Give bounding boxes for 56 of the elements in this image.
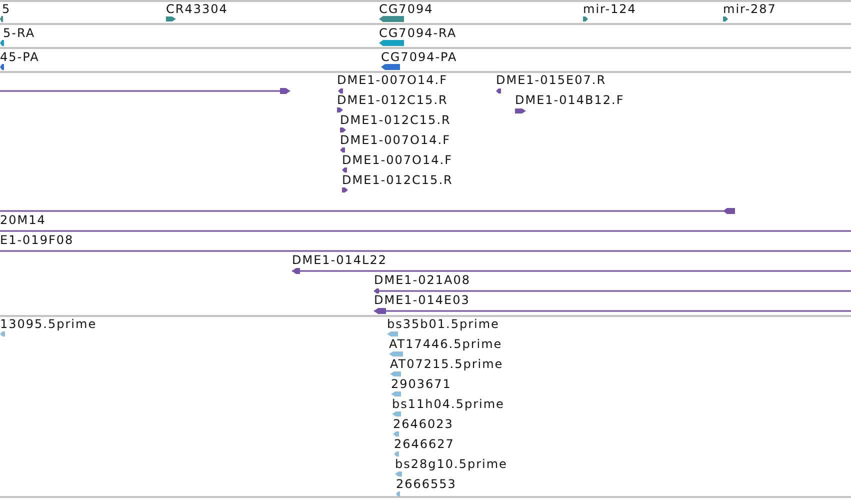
feature-label: DME1-007O14.F xyxy=(342,154,452,167)
feature-arrow[interactable] xyxy=(0,64,4,70)
feature-arrow[interactable] xyxy=(338,88,343,94)
feature-line[interactable] xyxy=(374,288,851,294)
feature-label: DME1-015E07.R xyxy=(496,74,606,87)
feature-label: 20M14 xyxy=(0,214,46,227)
feature-label: 5 xyxy=(2,3,11,16)
feature-label: DME1-007O14.F xyxy=(340,134,450,147)
feature-label: DME1-012C15.R xyxy=(340,114,451,127)
feature-arrow[interactable] xyxy=(496,88,501,94)
feature-label: 45-PA xyxy=(0,51,40,64)
feature-arrow[interactable] xyxy=(723,16,728,22)
feature-arrow[interactable] xyxy=(340,148,345,152)
feature-arrow[interactable] xyxy=(337,108,343,112)
feature-label: 2666553 xyxy=(396,478,456,491)
feature-arrow[interactable] xyxy=(583,16,588,22)
feature-label: 2646627 xyxy=(394,438,454,451)
feature-label: bs11h04.5prime xyxy=(392,398,504,411)
feature-label: DME1-012C15.R xyxy=(337,94,448,107)
feature-arrow[interactable] xyxy=(340,128,346,132)
feature-label: DME1-007O14.F xyxy=(337,74,448,87)
feature-label: DME1-014B12.F xyxy=(515,94,624,107)
feature-label: 13095.5prime xyxy=(0,318,97,331)
feature-label: bs35b01.5prime xyxy=(387,318,500,331)
feature-line[interactable] xyxy=(0,208,735,214)
feature-line[interactable] xyxy=(292,268,851,274)
feature-line[interactable] xyxy=(0,230,851,232)
feature-label: DME1-014L22 xyxy=(292,254,387,267)
feature-label: AT07215.5prime xyxy=(390,358,504,371)
feature-label: CR43304 xyxy=(166,3,228,16)
feature-label: bs28g10.5prime xyxy=(395,458,508,471)
feature-label: 2903671 xyxy=(391,378,452,391)
feature-arrow[interactable] xyxy=(342,168,347,172)
feature-line[interactable] xyxy=(0,250,851,252)
feature-label: CG7094-RA xyxy=(379,27,457,40)
feature-arrow[interactable] xyxy=(381,64,400,70)
feature-label: AT17446.5prime xyxy=(389,338,502,351)
feature-label: CG7094 xyxy=(379,3,434,16)
feature-label: DME1-021A08 xyxy=(374,274,471,287)
feature-label: mir-287 xyxy=(723,3,776,16)
feature-label: mir-124 xyxy=(583,3,636,16)
feature-arrow[interactable] xyxy=(379,16,404,22)
feature-arrow[interactable] xyxy=(0,40,4,46)
feature-label: DME1-014E03 xyxy=(374,294,470,307)
feature-line[interactable] xyxy=(374,308,851,314)
feature-label: CG7094-PA xyxy=(381,51,458,64)
feature-arrow[interactable] xyxy=(515,108,526,114)
feature-arrow[interactable] xyxy=(166,16,176,22)
feature-label: 2646023 xyxy=(393,418,454,431)
feature-line[interactable] xyxy=(0,88,290,94)
feature-arrow[interactable] xyxy=(0,16,3,22)
feature-label: E1-019F08 xyxy=(0,234,74,247)
feature-arrow[interactable] xyxy=(342,188,348,192)
feature-arrow[interactable] xyxy=(379,40,404,46)
feature-label: DME1-012C15.R xyxy=(342,174,453,187)
feature-label: 5-RA xyxy=(3,27,36,40)
